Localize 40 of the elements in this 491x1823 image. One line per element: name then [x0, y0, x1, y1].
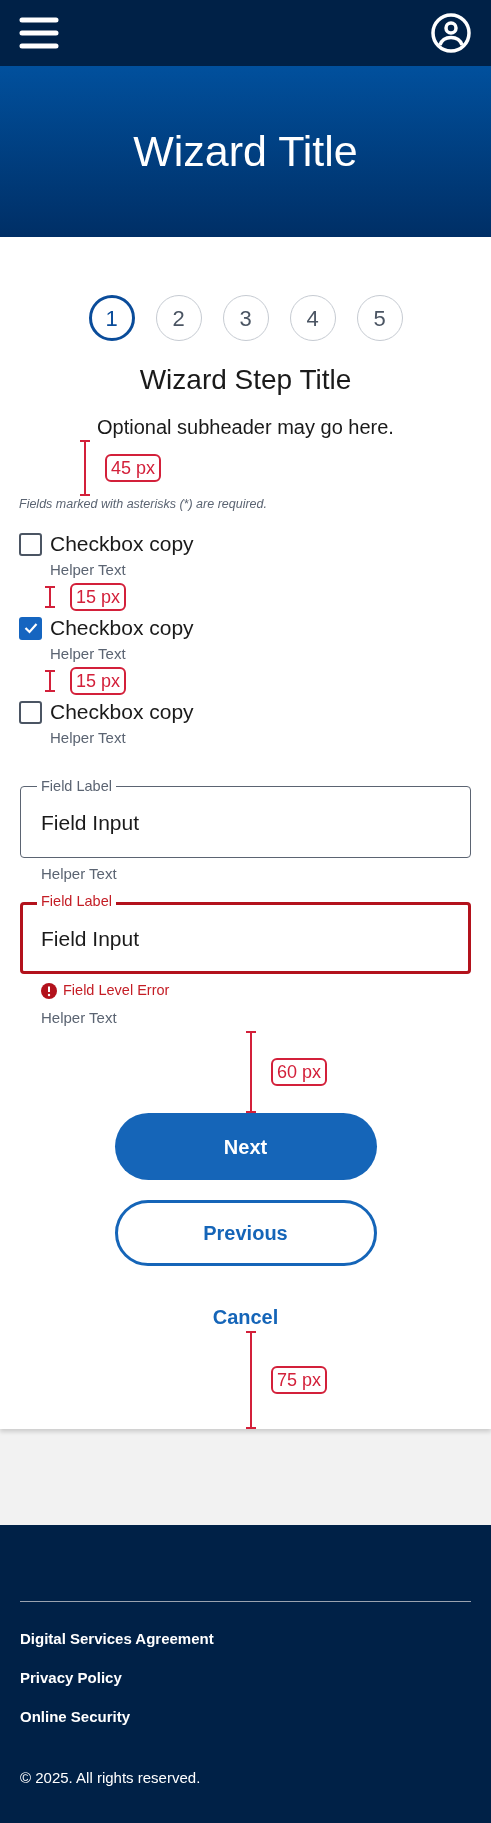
- error-icon: [41, 983, 57, 1000]
- checkbox[interactable]: [19, 616, 42, 640]
- checkbox[interactable]: [19, 532, 42, 556]
- helper-text: Helper Text: [40, 1008, 118, 1029]
- footer-link[interactable]: Privacy Policy: [20, 1667, 122, 1688]
- profile-button[interactable]: [430, 12, 472, 54]
- dimension-label: 75 px: [271, 1365, 328, 1394]
- next-button[interactable]: Next: [114, 1113, 377, 1181]
- helper-text: Helper Text: [49, 728, 127, 749]
- checkbox[interactable]: [19, 700, 42, 724]
- checkbox-label: Checkbox copy: [50, 699, 194, 726]
- checkmark-icon: [23, 622, 38, 635]
- footer-link[interactable]: Online Security: [20, 1706, 131, 1727]
- required-note: Fields marked with asterisks (*) are required.: [18, 496, 268, 513]
- checkbox-label: Checkbox copy: [50, 615, 194, 642]
- step-title: Wizard Step Title: [138, 363, 353, 397]
- helper-text: Helper Text: [49, 644, 127, 665]
- menu-icon: [19, 16, 59, 50]
- dimension-label: 60 px: [271, 1057, 328, 1086]
- user-icon: [431, 13, 471, 53]
- field-value: Field Input: [41, 809, 140, 836]
- footer-link[interactable]: Digital Services Agreement: [20, 1628, 214, 1649]
- step-indicator: 1: [88, 295, 135, 341]
- helper-text: Helper Text: [49, 560, 127, 581]
- field-value: Field Input: [41, 925, 140, 952]
- page-title: Wizard Title: [133, 130, 358, 173]
- dimension-line: [44, 670, 56, 693]
- cancel-link[interactable]: Cancel: [212, 1304, 279, 1331]
- dimension-label: 45 px: [105, 453, 162, 482]
- error-text: Field Level Error: [63, 981, 170, 1001]
- dimension-label: 15 px: [70, 667, 127, 696]
- helper-text: Helper Text: [40, 864, 118, 885]
- checkbox-label: Checkbox copy: [50, 531, 194, 558]
- previous-button[interactable]: Previous: [114, 1200, 377, 1267]
- dimension-line: [44, 586, 56, 609]
- subheader: Optional subheader may go here.: [96, 415, 395, 439]
- menu-button[interactable]: [19, 15, 59, 51]
- dimension-label: 15 px: [70, 583, 127, 612]
- dimension-line: [79, 439, 91, 496]
- copyright: © 2025. All rights reserved.: [20, 1768, 202, 1788]
